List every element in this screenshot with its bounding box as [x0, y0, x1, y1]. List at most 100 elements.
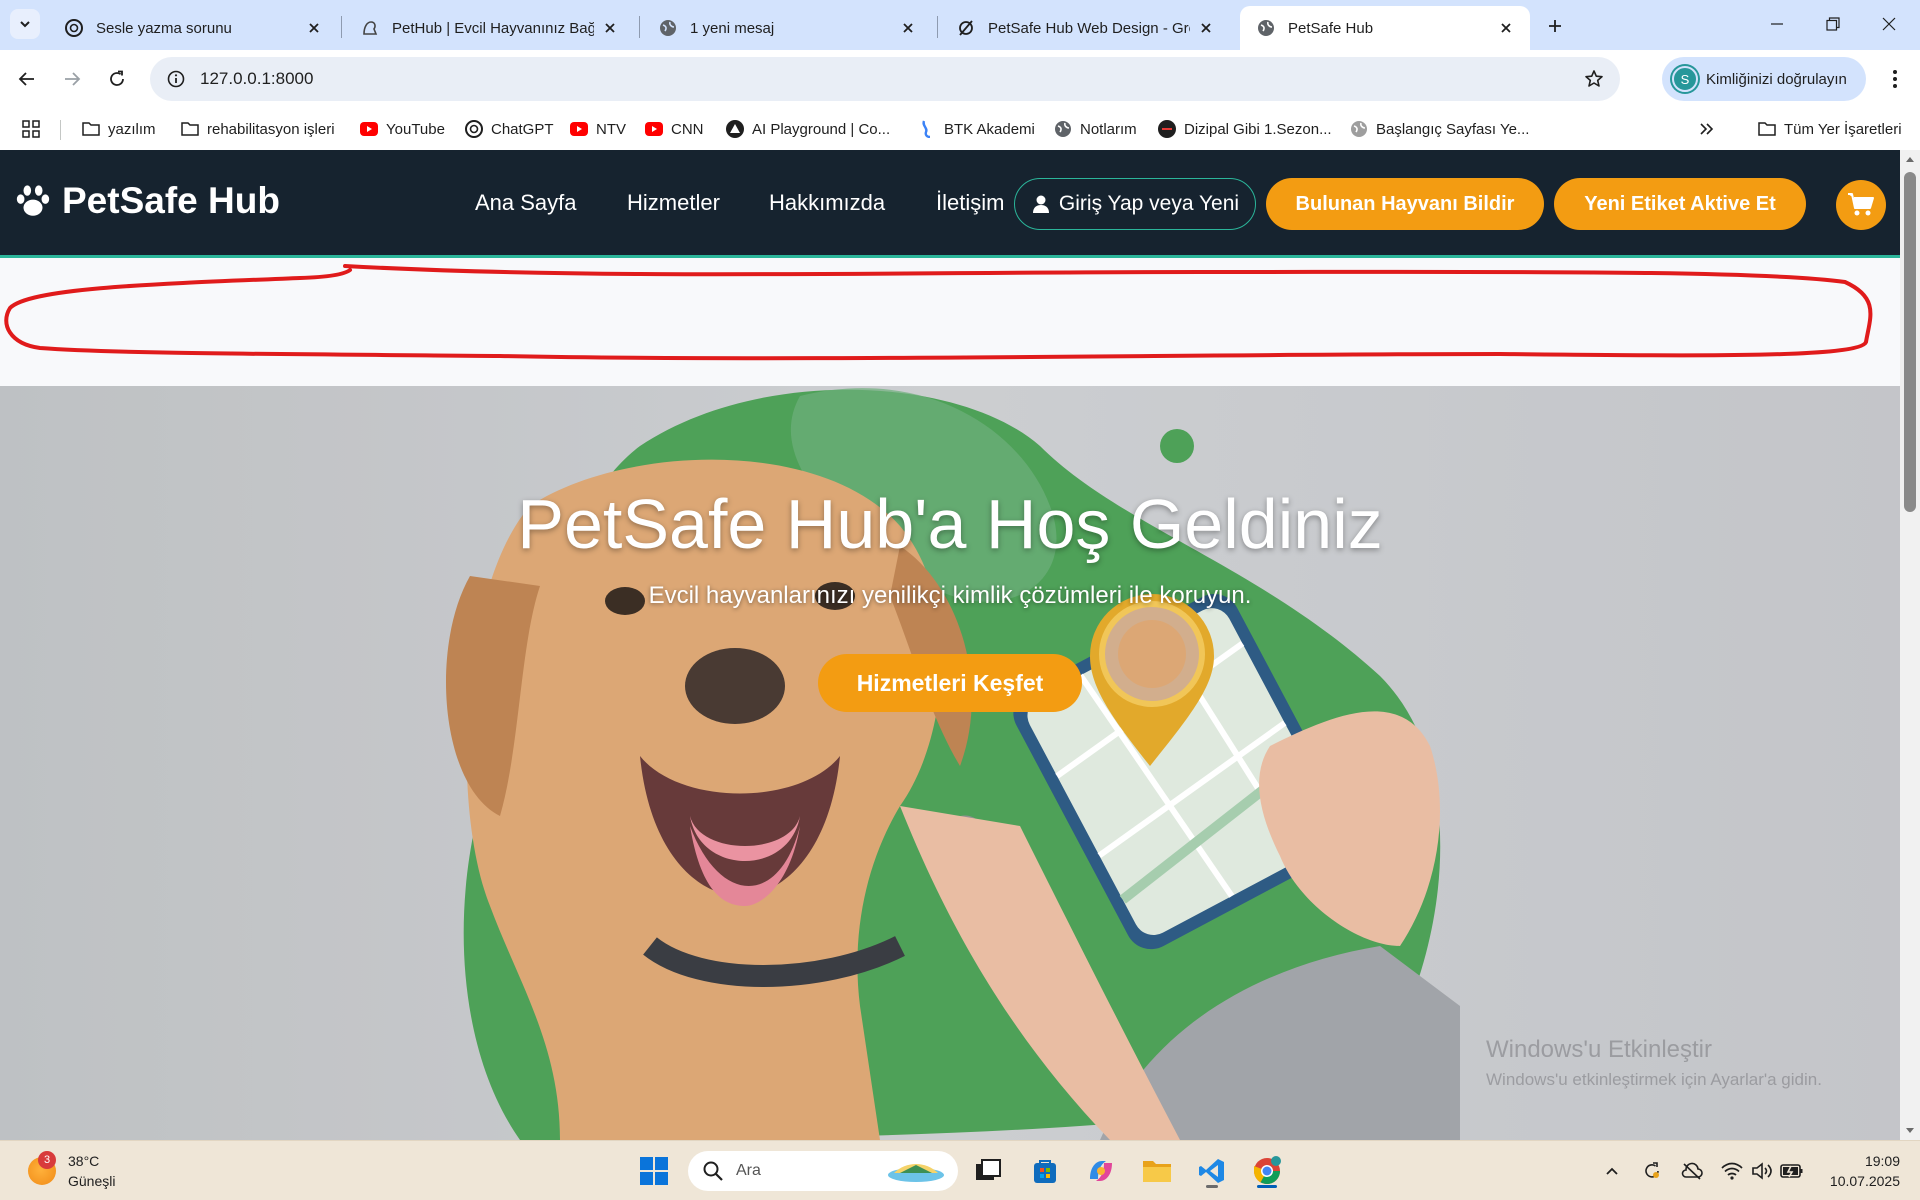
new-tab-button[interactable]	[1540, 11, 1570, 41]
profile-label: Kimliğinizi doğrulayın	[1706, 70, 1847, 88]
bookmark-chatgpt[interactable]: ChatGPT	[465, 116, 554, 142]
bookmark-btk-akademi[interactable]: BTK Akademi	[918, 116, 1035, 142]
bookmark-label: CNN	[671, 120, 704, 138]
report-found-pet-button[interactable]: Bulunan Hayvanı Bildir	[1266, 178, 1544, 230]
tab-title: PetHub | Evcil Hayvanınız Bağla	[392, 19, 594, 37]
dizipal-icon	[1158, 120, 1176, 138]
cart-button[interactable]	[1836, 180, 1886, 230]
bookmark-rehabilitasyon[interactable]: rehabilitasyon işleri	[181, 116, 335, 142]
bookmark-label: Tüm Yer İşaretleri	[1784, 120, 1902, 138]
bookmark-label: NTV	[596, 120, 626, 138]
browser-menu-button[interactable]	[1880, 64, 1910, 94]
youtube-icon	[645, 120, 663, 138]
kebab-menu-icon	[1893, 70, 1897, 88]
wifi-icon	[1721, 1162, 1743, 1180]
bookmark-label: AI Playground | Co...	[752, 120, 891, 138]
close-icon[interactable]	[1196, 18, 1216, 38]
battery-tray-button[interactable]	[1780, 1159, 1804, 1183]
tab-yeni-mesaj[interactable]: 1 yeni mesaj	[642, 6, 932, 50]
profile-button[interactable]: S Kimliğinizi doğrulayın	[1662, 57, 1866, 101]
close-icon[interactable]	[304, 18, 324, 38]
store-button[interactable]	[1025, 1151, 1065, 1191]
scroll-up-icon[interactable]	[1904, 154, 1916, 166]
url-text[interactable]: 127.0.0.1:8000	[200, 69, 1572, 89]
search-placeholder: Ara	[736, 1162, 761, 1179]
close-icon[interactable]	[898, 18, 918, 38]
bookmark-dizipal[interactable]: Dizipal Gibi 1.Sezon...	[1158, 116, 1332, 142]
running-indicator	[1206, 1185, 1218, 1188]
back-button[interactable]	[12, 64, 42, 94]
folder-icon	[1143, 1161, 1171, 1182]
forward-button[interactable]	[57, 64, 87, 94]
restore-button[interactable]	[1810, 4, 1856, 44]
triangle-icon	[726, 120, 744, 138]
brand-logo[interactable]: PetSafe Hub	[14, 180, 280, 222]
folder-icon	[82, 120, 100, 138]
bookmark-baslangic[interactable]: Başlangıç Sayfası Ye...	[1350, 116, 1529, 142]
weather-widget[interactable]: 3 38°C Güneşli	[28, 1151, 115, 1191]
bookmarks-overflow-button[interactable]	[1698, 116, 1724, 142]
apps-button[interactable]	[22, 116, 48, 142]
tab-search-button[interactable]	[10, 9, 40, 39]
onedrive-tray-button[interactable]	[1680, 1159, 1704, 1183]
activate-tag-button[interactable]: Yeni Etiket Aktive Et	[1554, 178, 1806, 230]
login-button[interactable]: Giriş Yap veya Yeni	[1014, 178, 1256, 230]
address-bar[interactable]: 127.0.0.1:8000	[150, 57, 1620, 101]
avatar: S	[1672, 66, 1698, 92]
tab-petsafe-hub[interactable]: PetSafe Hub	[1240, 6, 1530, 50]
bookmark-star-icon[interactable]	[1572, 69, 1616, 89]
site-info-icon[interactable]	[154, 70, 198, 88]
close-icon[interactable]	[600, 18, 620, 38]
chrome-button[interactable]	[1247, 1151, 1287, 1191]
task-view-button[interactable]	[968, 1151, 1008, 1191]
browser-toolbar: 127.0.0.1:8000 S Kimliğinizi doğrulayın	[0, 50, 1920, 108]
taskbar-search[interactable]: Ara	[688, 1151, 958, 1191]
explore-services-button[interactable]: Hizmetleri Keşfet	[818, 654, 1082, 712]
bookmark-ntv[interactable]: NTV	[570, 116, 626, 142]
tray-overflow-button[interactable]	[1600, 1159, 1624, 1183]
hero-subtitle: Evcil hayvanlarınızı yenilikçi kimlik çö…	[648, 582, 1252, 609]
bookmark-cnn[interactable]: CNN	[645, 116, 704, 142]
bookmarks-bar: yazılım rehabilitasyon işleri YouTube Ch…	[0, 108, 1920, 150]
copilot-button[interactable]	[1081, 1151, 1121, 1191]
sync-tray-button[interactable]	[1640, 1159, 1664, 1183]
wifi-tray-button[interactable]	[1720, 1159, 1744, 1183]
plus-icon	[1549, 20, 1561, 32]
bookmark-yazilim[interactable]: yazılım	[82, 116, 156, 142]
chevron-up-icon	[1606, 1167, 1618, 1175]
minimize-button[interactable]	[1754, 4, 1800, 44]
folder-icon	[181, 120, 199, 138]
login-label: Giriş Yap veya Yeni	[1058, 192, 1240, 215]
start-button[interactable]	[634, 1151, 674, 1191]
chrome-icon	[1253, 1156, 1281, 1185]
tab-grok[interactable]: PetSafe Hub Web Design - Grok	[940, 6, 1230, 50]
store-icon	[1034, 1160, 1056, 1183]
system-clock[interactable]: 19:09 10.07.2025	[1820, 1151, 1900, 1191]
tab-pethub[interactable]: PetHub | Evcil Hayvanınız Bağla	[344, 6, 634, 50]
tab-sesle-yazma[interactable]: Sesle yazma sorunu	[48, 6, 338, 50]
nav-iletisim[interactable]: İletişim	[936, 190, 1004, 216]
close-icon[interactable]	[1496, 18, 1516, 38]
nav-hizmetler[interactable]: Hizmetler	[627, 190, 720, 216]
bookmark-notlarim[interactable]: Notlarım	[1054, 116, 1137, 142]
page-scrollbar[interactable]	[1900, 150, 1920, 1140]
nav-ana-sayfa[interactable]: Ana Sayfa	[475, 190, 577, 216]
bookmark-ai-playground[interactable]: AI Playground | Co...	[726, 116, 890, 142]
nav-hakkimizda[interactable]: Hakkımızda	[769, 190, 885, 216]
reload-button[interactable]	[102, 64, 132, 94]
globe-icon	[658, 18, 678, 38]
bookmark-youtube[interactable]: YouTube	[360, 116, 445, 142]
close-window-button[interactable]	[1866, 4, 1912, 44]
all-bookmarks-button[interactable]: Tüm Yer İşaretleri	[1758, 116, 1902, 142]
red-annotation-circle	[4, 264, 1873, 361]
scroll-down-icon[interactable]	[1904, 1124, 1916, 1136]
arrow-left-icon	[18, 72, 34, 86]
folder-icon	[1758, 120, 1776, 138]
bookmarks-separator	[60, 120, 61, 140]
vscode-button[interactable]	[1192, 1151, 1232, 1191]
file-explorer-button[interactable]	[1137, 1151, 1177, 1191]
chatgpt-icon	[465, 120, 483, 138]
tab-title: PetSafe Hub Web Design - Grok	[988, 19, 1190, 37]
volume-tray-button[interactable]	[1750, 1159, 1774, 1183]
scrollbar-thumb[interactable]	[1904, 172, 1916, 512]
